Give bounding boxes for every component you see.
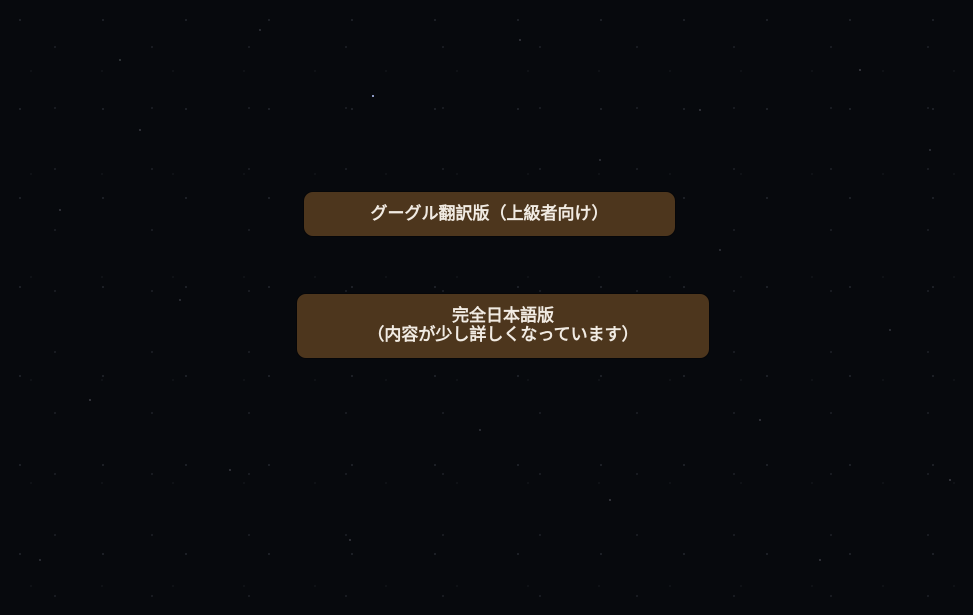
google-translate-version-label: グーグル翻訳版（上級者向け） (370, 203, 609, 224)
google-translate-version-button[interactable]: グーグル翻訳版（上級者向け） (304, 192, 675, 236)
full-japanese-version-subtitle: （内容が少し詳しくなっています） (367, 325, 639, 345)
full-japanese-version-title: 完全日本語版 (452, 306, 554, 326)
full-japanese-version-button[interactable]: 完全日本語版 （内容が少し詳しくなっています） (297, 294, 709, 358)
starry-sky-background: { "buttons": { "google_translate": { "la… (0, 0, 973, 615)
